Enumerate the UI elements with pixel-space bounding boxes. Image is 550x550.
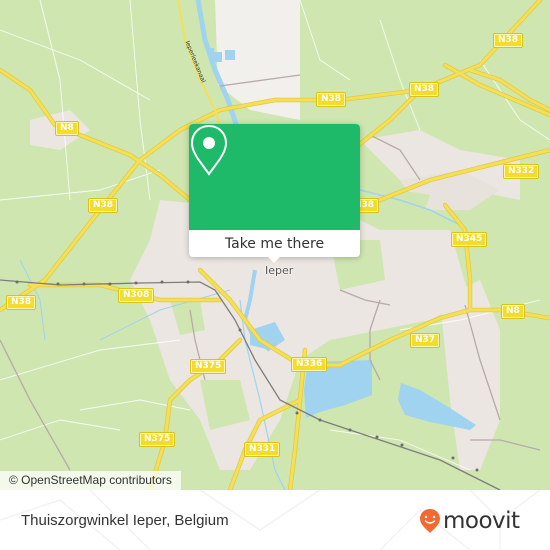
road-label-n38: N38 [7, 296, 36, 309]
brand-name: moovit [443, 508, 520, 534]
take-me-there-button[interactable]: Take me there [189, 230, 360, 257]
road-label-n375: N375 [140, 433, 175, 446]
road-label-n331: N331 [245, 443, 280, 456]
road-label-n38: N38 [89, 199, 118, 212]
map-attribution[interactable]: © OpenStreetMap contributors [0, 471, 181, 490]
road-label-n38: N38 [410, 83, 439, 96]
place-name: Thuiszorgwinkel Ieper, Belgium [21, 512, 229, 529]
moovit-logo[interactable]: moovit [419, 507, 520, 535]
road-label-n336: N336 [292, 358, 327, 371]
popup-pointer [265, 254, 283, 263]
road-label-n345: N345 [452, 233, 487, 246]
road-label-n8: N8 [56, 122, 78, 135]
moovit-pin-icon [420, 509, 440, 533]
road-label-n332: N332 [504, 165, 539, 178]
road-label-n8: N8 [502, 305, 524, 318]
location-popup: Take me there [189, 124, 360, 263]
footer-bar: Thuiszorgwinkel Ieper, Belgium moovit [0, 490, 550, 550]
road-label-n38: N38 [494, 34, 523, 47]
popup-header [189, 124, 360, 230]
map-view[interactable]: Ieperleekanaal N38 N38 N38 N8 N38 N332 N… [0, 0, 550, 490]
road-label-n37: N37 [411, 334, 440, 347]
road-label-n38: N38 [317, 93, 346, 106]
road-label-n308: N308 [119, 289, 154, 302]
road-label-n375: N375 [191, 360, 226, 373]
map-pin-icon [190, 124, 228, 176]
city-label-ieper: Ieper [265, 264, 294, 277]
